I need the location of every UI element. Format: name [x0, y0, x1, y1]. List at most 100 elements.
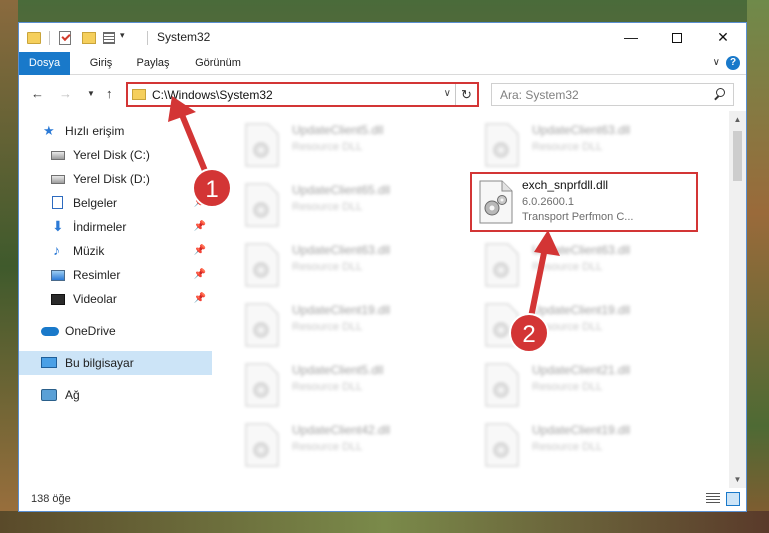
refresh-button[interactable]: ↻ [455, 84, 477, 105]
dll-file-icon [478, 180, 514, 224]
search-input[interactable]: Ara: System32 [491, 83, 734, 106]
tab-home[interactable]: Giriş [81, 52, 121, 75]
cloud-icon [41, 327, 59, 336]
sidebar-item-label: Müzik [73, 244, 105, 258]
file-name: UpdateClient19.dll [292, 303, 391, 317]
recent-locations-chevron-icon[interactable]: ▼ [87, 89, 95, 98]
address-dropdown-chevron-icon[interactable]: ∨ [444, 88, 451, 99]
file-tile[interactable]: UpdateClient19.dll Resource DLL [470, 417, 690, 471]
maximize-icon [672, 33, 682, 44]
star-icon: ★ [43, 123, 55, 138]
file-tile[interactable]: UpdateClient63.dll Resource DLL [230, 237, 450, 291]
file-name: UpdateClient65.dll [292, 183, 391, 197]
address-bar[interactable]: C:\Windows\System32 ∨ ↻ [126, 82, 479, 107]
file-tile[interactable]: UpdateClient21.dll Resource DLL [470, 357, 690, 411]
expand-ribbon-chevron-icon[interactable]: ∨ [713, 57, 720, 68]
dll-file-icon [484, 363, 520, 407]
sidebar-item-documents[interactable]: Belgeler 📌 [19, 191, 212, 215]
sidebar-item-music[interactable]: ♪ Müzik 📌 [19, 239, 212, 263]
sidebar-item-label: İndirmeler [73, 220, 127, 234]
scroll-down-arrow-icon[interactable]: ▼ [729, 471, 746, 488]
sidebar-item-pictures[interactable]: Resimler 📌 [19, 263, 212, 287]
sidebar-item-this-pc[interactable]: Bu bilgisayar [19, 351, 212, 375]
sidebar-item-label: Ağ [65, 388, 80, 402]
close-button[interactable]: ✕ [700, 23, 746, 52]
scroll-up-arrow-icon[interactable]: ▲ [729, 111, 746, 128]
file-type: Resource DLL [292, 261, 363, 273]
title-bar: ▾ System32 — ✕ [19, 23, 746, 52]
properties-check-icon[interactable] [59, 31, 71, 45]
desktop-background-left [0, 0, 18, 533]
download-icon: ⬇ [52, 218, 64, 234]
vertical-scrollbar[interactable]: ▲ ▼ [729, 111, 746, 488]
customize-toolbar-chevron-icon[interactable]: ▾ [120, 30, 125, 46]
new-folder-icon[interactable] [82, 32, 96, 44]
file-tile-exch-snprfdll[interactable]: exch_snprfdll.dll 6.0.2600.1 Transport P… [470, 172, 698, 232]
desktop-background-bottom [0, 511, 769, 533]
file-tile[interactable]: UpdateClient63.dll Resource DLL [470, 117, 690, 171]
file-type: Resource DLL [292, 201, 363, 213]
file-name: UpdateClient19.dll [532, 303, 631, 317]
file-tile[interactable]: UpdateClient19.dll Resource DLL [230, 297, 450, 351]
sidebar-item-onedrive[interactable]: OneDrive [19, 319, 212, 343]
up-arrow-icon[interactable]: ↑ [106, 86, 113, 101]
drive-icon [51, 175, 65, 184]
minimize-button[interactable]: — [608, 23, 654, 52]
network-icon [41, 389, 57, 401]
file-list: UpdateClient5.dll Resource DLL UpdateCli… [224, 111, 729, 486]
tab-file[interactable]: Dosya [19, 52, 70, 75]
file-tile[interactable]: UpdateClient5.dll Resource DLL [230, 117, 450, 171]
dll-file-icon [484, 303, 520, 347]
dll-file-icon [484, 243, 520, 287]
pictures-icon [51, 270, 65, 281]
scrollbar-thumb[interactable] [733, 131, 742, 181]
sidebar-item-network[interactable]: Ağ [19, 383, 212, 407]
maximize-button[interactable] [654, 23, 700, 52]
forward-arrow-icon[interactable]: → [59, 86, 72, 101]
sidebar-item-downloads[interactable]: ⬇ İndirmeler 📌 [19, 215, 212, 239]
pin-icon: 📌 [193, 269, 206, 280]
search-icon[interactable] [714, 88, 725, 99]
navigation-pane: ★ Hızlı erişim Yerel Disk (C:) Yerel Dis… [19, 115, 212, 485]
file-version: 6.0.2600.1 [522, 196, 574, 208]
sidebar-item-videos[interactable]: Videolar 📌 [19, 287, 212, 311]
tab-share[interactable]: Paylaş [127, 52, 179, 75]
details-view-icon[interactable] [706, 493, 720, 505]
file-tile[interactable]: UpdateClient42.dll Resource DLL [230, 417, 450, 471]
file-tile[interactable]: UpdateClient65.dll Resource DLL [230, 177, 450, 231]
sidebar-item-local-disk-d[interactable]: Yerel Disk (D:) [19, 167, 212, 191]
pin-icon: 📌 [193, 293, 206, 304]
dll-file-icon [484, 123, 520, 167]
dll-file-icon [484, 423, 520, 467]
desktop-background-right [747, 0, 769, 533]
file-name: UpdateClient63.dll [292, 243, 391, 257]
dll-file-icon [244, 303, 280, 347]
file-description: Transport Perfmon C... [522, 211, 634, 223]
sidebar-item-label: Yerel Disk (D:) [73, 172, 150, 186]
pin-icon: 📌 [193, 245, 206, 256]
file-type: Resource DLL [532, 381, 603, 393]
file-name: UpdateClient63.dll [532, 243, 631, 257]
file-type: Resource DLL [532, 441, 603, 453]
file-name: UpdateClient5.dll [292, 123, 384, 137]
file-tile[interactable]: UpdateClient63.dll Resource DLL [470, 237, 690, 291]
file-tile[interactable]: UpdateClient19.dll Resource DLL [470, 297, 690, 351]
sidebar-item-label: Videolar [73, 292, 117, 306]
sidebar-item-local-disk-c[interactable]: Yerel Disk (C:) [19, 143, 212, 167]
music-icon: ♪ [53, 242, 60, 258]
ribbon-tabs: Dosya Giriş Paylaş Görünüm ∨ ? [19, 52, 746, 75]
file-tile[interactable]: UpdateClient5.dll Resource DLL [230, 357, 450, 411]
sidebar-item-quick-access[interactable]: ★ Hızlı erişim [19, 119, 212, 143]
tab-view[interactable]: Görünüm [187, 52, 249, 75]
address-path[interactable]: C:\Windows\System32 [152, 88, 273, 102]
videos-icon [51, 294, 65, 305]
navigation-bar: ← → ▼ ↑ C:\Windows\System32 ∨ ↻ Ara: Sys… [19, 75, 746, 111]
tiles-view-icon[interactable] [726, 492, 740, 506]
file-name: UpdateClient5.dll [292, 363, 384, 377]
help-icon[interactable]: ? [726, 56, 740, 70]
drive-icon [51, 151, 65, 160]
sidebar-item-label: Hızlı erişim [65, 124, 125, 138]
back-arrow-icon[interactable]: ← [31, 86, 44, 101]
dll-file-icon [244, 363, 280, 407]
properties-icon[interactable] [103, 32, 115, 44]
